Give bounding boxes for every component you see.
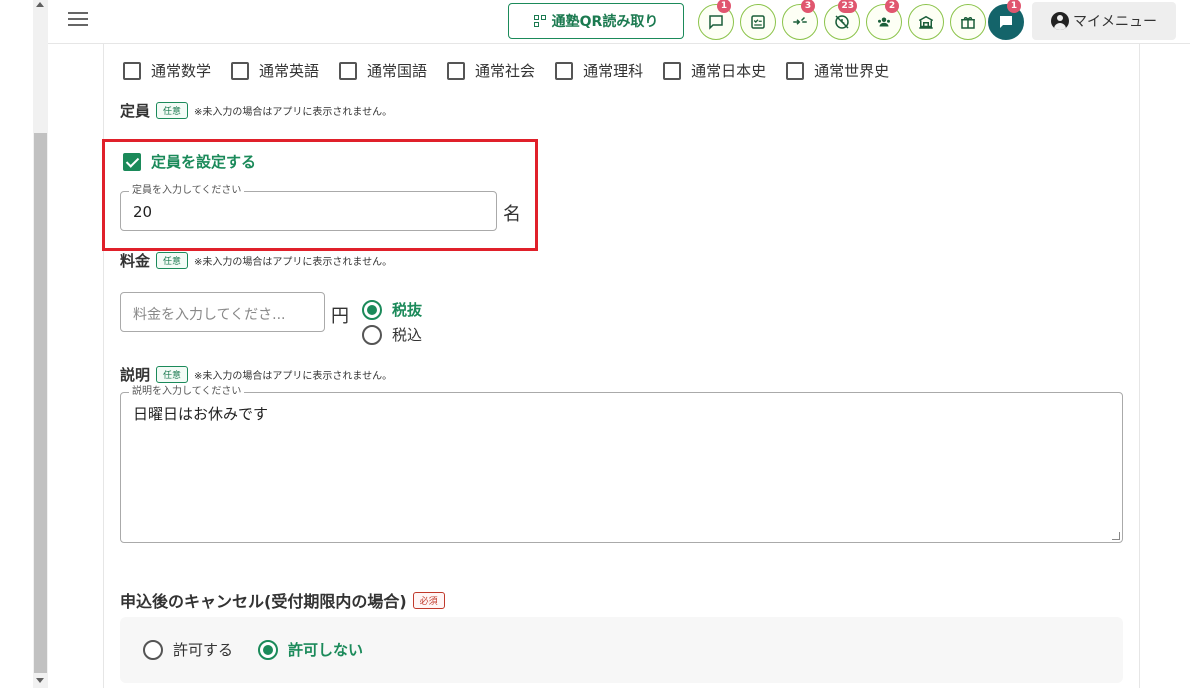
set-capacity-checkbox[interactable]: [123, 152, 141, 171]
subject-label: 通常数学: [151, 62, 212, 80]
capacity-label-row: 定員 任意 ※未入力の場合はアプリに表示されません。: [120, 100, 392, 121]
qr-scan-button-label: 通塾QR読み取り: [551, 14, 659, 30]
required-tag: 必須: [412, 591, 445, 609]
tax-excluded-radio[interactable]: 税抜: [362, 299, 422, 320]
disallow-cancel-label: 許可しない: [288, 641, 364, 659]
notification-badge: 1: [1007, 0, 1021, 13]
subject-label: 通常世界史: [814, 62, 890, 80]
description-label-row: 説明 任意 ※未入力の場合はアプリに表示されません。: [120, 364, 392, 385]
subject-option[interactable]: 通常国語: [339, 60, 427, 81]
my-menu-label: マイメニュー: [1073, 14, 1157, 30]
my-menu-button[interactable]: マイメニュー: [1032, 2, 1176, 40]
checklist-button[interactable]: [740, 4, 776, 40]
subject-checkbox[interactable]: [123, 61, 141, 80]
chat-bubble-icon: [709, 15, 723, 30]
subject-option[interactable]: 通常世界史: [786, 60, 889, 81]
scroll-up-arrow-icon[interactable]: [36, 2, 44, 7]
subject-label: 通常日本史: [691, 62, 767, 80]
subject-checkbox[interactable]: [663, 61, 682, 80]
radio-button[interactable]: [143, 639, 163, 660]
radio-button-selected[interactable]: [362, 299, 382, 320]
capacity-label: 定員: [120, 102, 151, 120]
subject-option[interactable]: 通常理科: [555, 60, 643, 81]
top-bar: 通塾QR読み取り 1 3 23 2 1 マイメニュー: [48, 0, 1190, 44]
fee-input-placeholder: 料金を入力してくださ...: [133, 307, 286, 323]
transfer-button[interactable]: 3: [782, 0, 818, 40]
transfer-arrows-icon: [793, 16, 807, 25]
subject-label: 通常英語: [259, 62, 320, 80]
notifications-chat-button[interactable]: 1: [988, 0, 1024, 40]
subject-label: 通常理科: [583, 62, 644, 80]
qr-scan-button[interactable]: 通塾QR読み取り: [508, 3, 684, 39]
optional-tag: 任意: [156, 252, 189, 269]
absence-button[interactable]: 23: [824, 0, 860, 40]
messages-button[interactable]: 1: [698, 0, 734, 40]
capacity-input-value: 20: [133, 203, 153, 221]
gift-icon: [961, 17, 975, 29]
disallow-cancel-radio[interactable]: 許可しない: [258, 639, 363, 660]
capacity-note: ※未入力の場合はアプリに表示されません。: [194, 107, 393, 118]
radio-button[interactable]: [362, 324, 382, 345]
subject-checkbox[interactable]: [339, 61, 358, 80]
school-building-icon: [918, 15, 934, 29]
capacity-input-legend: 定員を入力してください: [129, 185, 245, 197]
cancellation-label-row: 申込後のキャンセル(受付期限内の場合) 必須: [120, 588, 445, 612]
qr-code-icon: [533, 15, 546, 27]
gift-button[interactable]: [950, 4, 986, 40]
subject-option[interactable]: 通常英語: [231, 60, 319, 81]
subject-label: 通常国語: [367, 62, 428, 80]
fee-label: 料金: [120, 252, 151, 270]
set-capacity-checkbox-row[interactable]: 定員を設定する: [123, 151, 256, 172]
subject-option[interactable]: 通常日本史: [663, 60, 766, 81]
tax-excluded-label: 税抜: [392, 301, 423, 319]
scroll-down-arrow-icon[interactable]: [36, 678, 44, 683]
hamburger-menu-icon[interactable]: [68, 12, 88, 28]
group-people-icon: [878, 17, 890, 27]
subject-checkbox[interactable]: [555, 61, 574, 80]
capacity-unit: 名: [503, 204, 521, 225]
cancellation-label: 申込後のキャンセル(受付期限内の場合): [120, 592, 407, 611]
fee-unit: 円: [331, 306, 349, 327]
subject-option[interactable]: 通常数学: [123, 60, 211, 81]
subject-checkbox[interactable]: [786, 61, 805, 80]
optional-tag: 任意: [156, 102, 189, 119]
page-scrollbar[interactable]: [33, 0, 48, 688]
fee-label-row: 料金 任意 ※未入力の場合はアプリに表示されません。: [120, 250, 392, 271]
subject-checkbox[interactable]: [447, 61, 466, 80]
students-button[interactable]: 2: [866, 0, 902, 40]
description-textarea[interactable]: 説明を入力してください 日曜日はお休みです: [120, 386, 1123, 543]
description-value: 日曜日はお休みです: [133, 405, 269, 423]
students-badge: 2: [885, 0, 899, 13]
checklist-icon: [751, 15, 765, 29]
resize-grip-icon[interactable]: [1112, 532, 1120, 540]
subject-checkbox-list: 通常数学 通常英語 通常国語 通常社会 通常理科 通常日本史 通常世界史: [123, 60, 909, 81]
allow-cancel-radio[interactable]: 許可する: [143, 639, 233, 660]
transfer-badge: 3: [801, 0, 815, 13]
description-label: 説明: [120, 366, 151, 384]
allow-cancel-label: 許可する: [173, 641, 234, 659]
subject-label: 通常社会: [475, 62, 536, 80]
school-button[interactable]: [908, 4, 944, 40]
set-capacity-label: 定員を設定する: [151, 153, 257, 171]
fee-input[interactable]: 料金を入力してくださ...: [120, 292, 325, 332]
tax-included-label: 税込: [392, 326, 423, 344]
tax-included-radio[interactable]: 税込: [362, 324, 422, 345]
description-legend: 説明を入力してください: [129, 386, 245, 398]
absence-badge: 23: [838, 0, 857, 13]
optional-tag: 任意: [156, 366, 189, 383]
scrollbar-thumb[interactable]: [34, 133, 47, 673]
description-note: ※未入力の場合はアプリに表示されません。: [194, 371, 393, 382]
subject-option[interactable]: 通常社会: [447, 60, 535, 81]
radio-button-selected[interactable]: [258, 639, 278, 660]
subject-checkbox[interactable]: [231, 61, 250, 80]
chat-filled-icon: [1000, 16, 1012, 28]
fee-note: ※未入力の場合はアプリに表示されません。: [194, 257, 393, 268]
absence-clock-icon: [835, 15, 849, 29]
capacity-input[interactable]: 定員を入力してください 20: [120, 185, 497, 231]
account-circle-icon: [1051, 12, 1069, 30]
messages-badge: 1: [717, 0, 731, 13]
